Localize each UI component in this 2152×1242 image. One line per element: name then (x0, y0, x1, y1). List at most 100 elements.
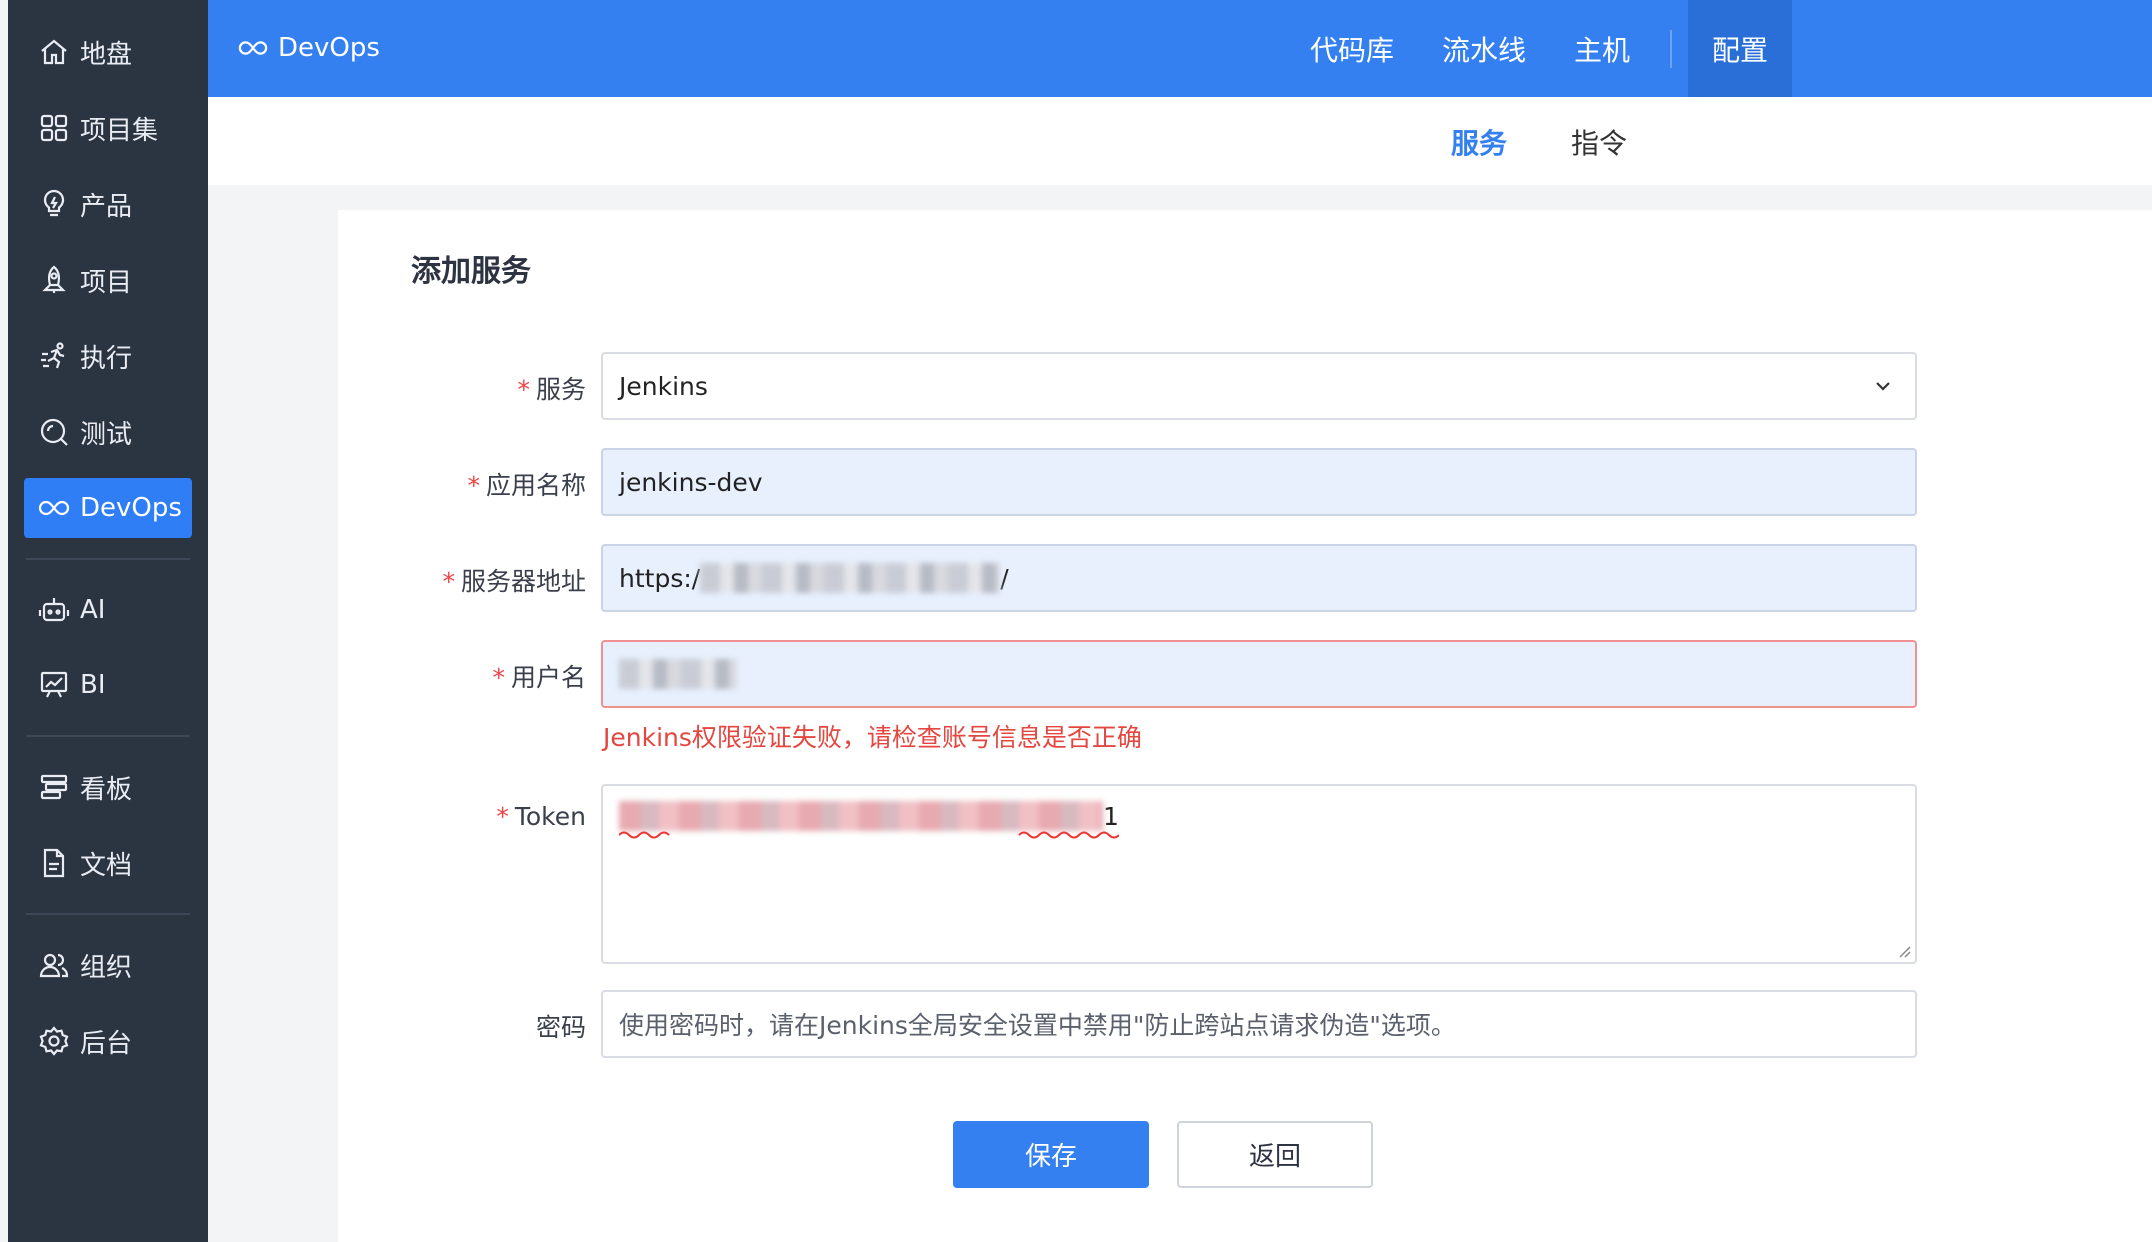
sidebar-item-program[interactable]: 项目集 (24, 98, 192, 158)
sidebar-item-admin[interactable]: 后台 (24, 1011, 192, 1071)
sidebar-item-label: AI (80, 595, 106, 625)
redacted-text (619, 659, 737, 689)
module-brand: DevOps (238, 30, 380, 66)
password-label-text: 密码 (535, 1013, 586, 1042)
sidebar-item-label: 项目集 (80, 115, 159, 146)
server-url-label-text: 服务器地址 (460, 567, 586, 596)
sidebar-item-label: BI (80, 670, 106, 700)
sidebar-item-label: 后台 (80, 1028, 133, 1059)
sidebar-item-label: 产品 (80, 191, 133, 222)
sidebar-item-test[interactable]: 测试 (24, 402, 192, 462)
chart-board-icon (38, 669, 70, 701)
rocket-icon (38, 264, 70, 296)
server-url-suffix: / (1000, 563, 1009, 593)
sidebar-divider (26, 735, 190, 737)
redacted-text (700, 563, 1001, 593)
required-mark: * (517, 375, 530, 404)
token-value: 1 (619, 798, 1119, 834)
username-error-message: Jenkins权限验证失败，请检查账号信息是否正确 (603, 723, 1142, 752)
server-url-input[interactable]: https:/ / (601, 544, 1917, 612)
app-name-label-text: 应用名称 (485, 471, 586, 500)
sub-header (208, 97, 2152, 185)
document-icon (38, 847, 70, 879)
app-name-input[interactable]: jenkins-dev (601, 448, 1917, 516)
sidebar-item-project[interactable]: 项目 (24, 250, 192, 310)
resize-handle-icon[interactable] (1897, 944, 1911, 958)
required-mark: * (496, 802, 509, 831)
sidebar-item-label: 测试 (80, 419, 133, 450)
sidebar-divider (26, 558, 190, 560)
sidebar-item-product[interactable]: 产品 (24, 174, 192, 234)
token-label-text: Token (514, 802, 586, 831)
service-select[interactable]: Jenkins (601, 352, 1917, 420)
sidebar-item-devops[interactable]: DevOps (24, 478, 192, 538)
sidebar-item-label: 文档 (80, 850, 133, 881)
save-button[interactable]: 保存 (953, 1121, 1149, 1188)
sidebar-item-execution[interactable]: 执行 (24, 326, 192, 386)
username-input[interactable] (601, 640, 1917, 708)
lightbulb-icon (38, 188, 70, 220)
home-icon (38, 36, 70, 68)
password-input[interactable]: 使用密码时，请在Jenkins全局安全设置中禁用"防止跨站点请求伪造"选项。 (601, 990, 1917, 1058)
service-label-text: 服务 (535, 375, 586, 404)
users-icon (38, 949, 70, 981)
sidebar-item-dashboard[interactable]: 地盘 (24, 22, 192, 82)
sidebar-item-label: 地盘 (80, 39, 133, 70)
sidebar-divider (26, 913, 190, 915)
tab-service[interactable]: 服务 (1451, 122, 1507, 162)
service-value: Jenkins (619, 371, 708, 401)
topnav-repo[interactable]: 代码库 (1290, 0, 1414, 97)
required-mark: * (467, 471, 480, 500)
sidebar-item-label: 执行 (80, 343, 133, 374)
app-root: 地盘 项目集 产品 项目 执行 测试 DevOps AI BI 看板 文档 组织… (0, 0, 2152, 1242)
chevron-down-icon (1876, 382, 1890, 391)
required-mark: * (442, 567, 455, 596)
topnav-label: 配置 (1711, 33, 1768, 67)
run-icon (38, 340, 70, 372)
sidebar-item-label: 组织 (80, 952, 133, 983)
password-placeholder: 使用密码时，请在Jenkins全局安全设置中禁用"防止跨站点请求伪造"选项。 (619, 1011, 1456, 1040)
username-label: * 用户名 (492, 658, 586, 694)
robot-icon (38, 594, 70, 626)
redacted-text (619, 801, 1103, 831)
sidebar-item-label: DevOps (80, 493, 182, 523)
sidebar-item-kanban[interactable]: 看板 (24, 757, 192, 817)
server-url-label: * 服务器地址 (442, 562, 586, 598)
topnav-pipeline[interactable]: 流水线 (1422, 0, 1546, 97)
sidebar-item-label: 项目 (80, 267, 133, 298)
spellcheck-underline-icon (619, 831, 1119, 839)
page-title: 添加服务 (411, 254, 531, 289)
sidebar-item-doc[interactable]: 文档 (24, 833, 192, 893)
topnav-label: 流水线 (1441, 33, 1526, 67)
token-textarea[interactable]: 1 (601, 784, 1917, 964)
kanban-icon (38, 771, 70, 803)
topnav-label: 主机 (1573, 33, 1630, 67)
topnav-config[interactable]: 配置 (1688, 0, 1792, 97)
sidebar: 地盘 项目集 产品 项目 执行 测试 DevOps AI BI 看板 文档 组织… (8, 0, 208, 1242)
sidebar-item-ai[interactable]: AI (24, 580, 192, 640)
topnav-label: 代码库 (1309, 33, 1394, 67)
sidebar-item-label: 看板 (80, 774, 133, 805)
back-button[interactable]: 返回 (1177, 1121, 1373, 1188)
topnav-host[interactable]: 主机 (1553, 0, 1651, 97)
gear-icon (38, 1025, 70, 1057)
server-url-prefix: https:/ (619, 563, 701, 593)
token-suffix: 1 (1103, 801, 1119, 831)
password-label: 密码 (536, 1008, 586, 1044)
brand-label: DevOps (278, 33, 380, 63)
required-mark: * (492, 663, 505, 692)
tab-command[interactable]: 指令 (1571, 122, 1627, 162)
app-name-value: jenkins-dev (619, 467, 763, 497)
app-name-label: * 应用名称 (467, 466, 586, 502)
infinity-icon (238, 41, 268, 55)
top-header: DevOps (208, 0, 2152, 97)
search-icon (38, 416, 70, 448)
grid-icon (38, 112, 70, 144)
sidebar-item-org[interactable]: 组织 (24, 935, 192, 995)
token-label: * Token (496, 802, 586, 831)
sidebar-item-bi[interactable]: BI (24, 655, 192, 715)
topnav-divider (1670, 30, 1672, 68)
infinity-icon (38, 492, 70, 524)
username-label-text: 用户名 (510, 663, 586, 692)
service-label: * 服务 (517, 370, 586, 406)
